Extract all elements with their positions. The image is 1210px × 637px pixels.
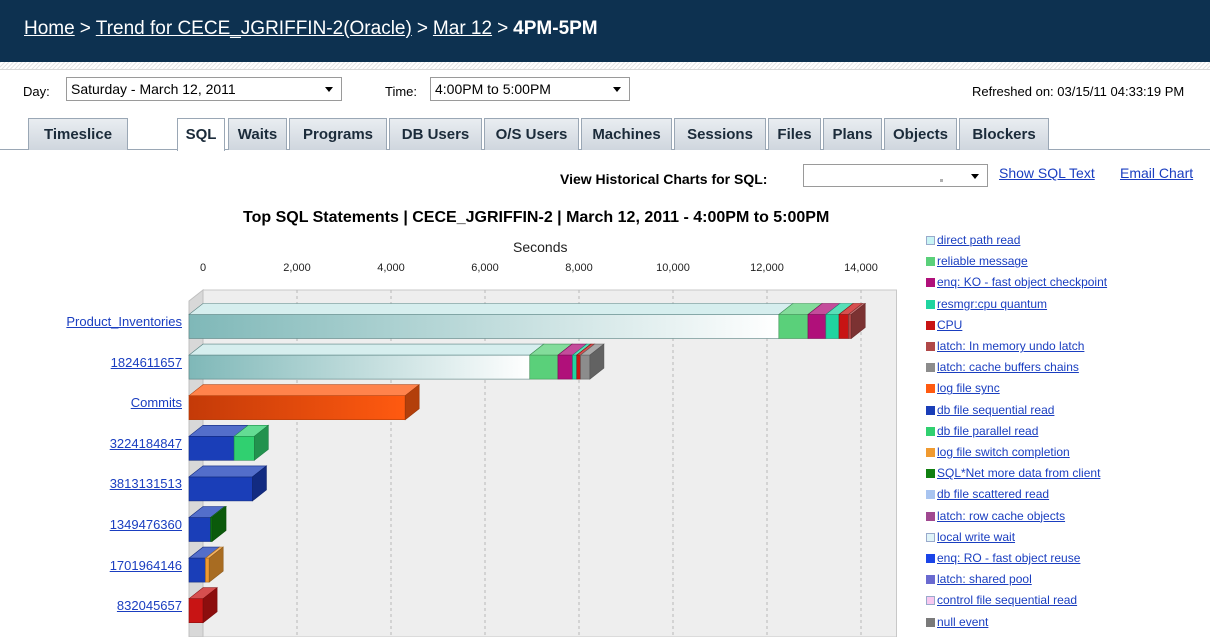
legend-label[interactable]: SQL*Net more data from client — [937, 466, 1100, 480]
legend-swatch — [926, 257, 935, 267]
y-tick-label[interactable]: 1349476360 — [22, 517, 182, 532]
x-tick-label: 2,000 — [283, 262, 311, 274]
legend-swatch — [926, 342, 935, 351]
plot-background — [202, 289, 897, 637]
y-tick-label[interactable]: Product_Inventories — [22, 314, 182, 329]
y-tick-label[interactable]: 832045657 — [22, 598, 182, 613]
bar-segment — [188, 435, 235, 461]
x-tick-label: 6,000 — [471, 262, 499, 274]
x-tick-label: 12,000 — [750, 262, 784, 274]
x-tick-label: 4,000 — [377, 262, 405, 274]
bar-segment — [848, 314, 852, 339]
bar-segment — [188, 557, 206, 583]
legend-swatch — [926, 299, 935, 309]
legend-swatch — [926, 448, 935, 457]
legend-swatch — [926, 278, 935, 288]
legend-label[interactable]: reliable message — [937, 254, 1028, 268]
bar-segment — [188, 598, 204, 624]
bar-segment — [188, 476, 253, 502]
legend-label[interactable]: local write wait — [937, 530, 1015, 544]
plot-side-wall — [188, 288, 204, 637]
legend-swatch — [926, 236, 935, 245]
legend-label[interactable]: direct path read — [937, 233, 1020, 247]
legend-label[interactable]: db file scattered read — [937, 487, 1049, 501]
y-tick-label[interactable]: 3224184847 — [22, 436, 182, 451]
legend-label[interactable]: CPU — [937, 318, 962, 332]
legend-swatch — [926, 511, 935, 521]
bar-segment — [572, 354, 578, 380]
bar-segment — [838, 314, 849, 339]
legend-label[interactable]: latch: shared pool — [937, 572, 1032, 586]
legend-label[interactable]: control file sequential read — [937, 593, 1077, 607]
legend-swatch — [926, 554, 935, 563]
bar-segment-top — [188, 384, 421, 397]
legend-swatch — [926, 596, 935, 606]
bar-segment — [188, 314, 780, 339]
legend-swatch — [926, 469, 935, 479]
bar-segment — [778, 314, 809, 339]
legend-swatch — [926, 617, 935, 627]
bar-segment — [580, 354, 591, 380]
legend-label[interactable]: log file sync — [937, 381, 1000, 395]
x-tick-label: 14,000 — [844, 262, 878, 274]
legend-label[interactable]: latch: row cache objects — [937, 509, 1065, 523]
bar-segment — [576, 354, 581, 380]
y-tick-label[interactable]: 1701964146 — [22, 558, 182, 573]
bar-segment — [807, 314, 827, 339]
bar-segment — [188, 517, 211, 542]
bar-segment — [529, 354, 559, 380]
legend-label[interactable]: null event — [937, 615, 988, 629]
bar-segment — [205, 557, 210, 583]
x-tick-label: 0 — [200, 262, 206, 274]
legend-label[interactable]: resmgr:cpu quantum — [937, 297, 1047, 311]
legend-swatch — [926, 405, 935, 415]
bar-segment-top — [188, 303, 794, 315]
legend-label[interactable]: enq: KO - fast object checkpoint — [937, 275, 1107, 289]
x-tick-label: 10,000 — [656, 262, 690, 274]
legend-swatch — [926, 363, 935, 373]
bar-segment-top — [188, 343, 545, 356]
y-tick-label[interactable]: 1824611657 — [22, 355, 182, 370]
bar-segment — [557, 354, 573, 380]
x-tick-label: 8,000 — [565, 262, 593, 274]
legend-label[interactable]: log file switch completion — [937, 445, 1070, 459]
legend-swatch — [926, 490, 935, 500]
legend-swatch — [926, 426, 935, 436]
bar-segment — [233, 435, 255, 461]
legend-label[interactable]: enq: RO - fast object reuse — [937, 551, 1080, 565]
bar-segment — [188, 395, 406, 421]
y-tick-label[interactable]: 3813131513 — [22, 476, 182, 491]
legend-swatch — [926, 384, 935, 394]
legend-label[interactable]: db file sequential read — [937, 403, 1054, 417]
bar-segment — [825, 314, 840, 339]
y-tick-label[interactable]: Commits — [22, 395, 182, 410]
legend-swatch — [926, 532, 935, 542]
legend-label[interactable]: latch: cache buffers chains — [937, 360, 1079, 374]
legend-label[interactable]: latch: In memory undo latch — [937, 339, 1084, 353]
bar-segment — [188, 354, 531, 380]
legend-swatch — [926, 575, 935, 585]
legend-swatch — [926, 320, 935, 330]
legend-label[interactable]: db file parallel read — [937, 424, 1038, 438]
